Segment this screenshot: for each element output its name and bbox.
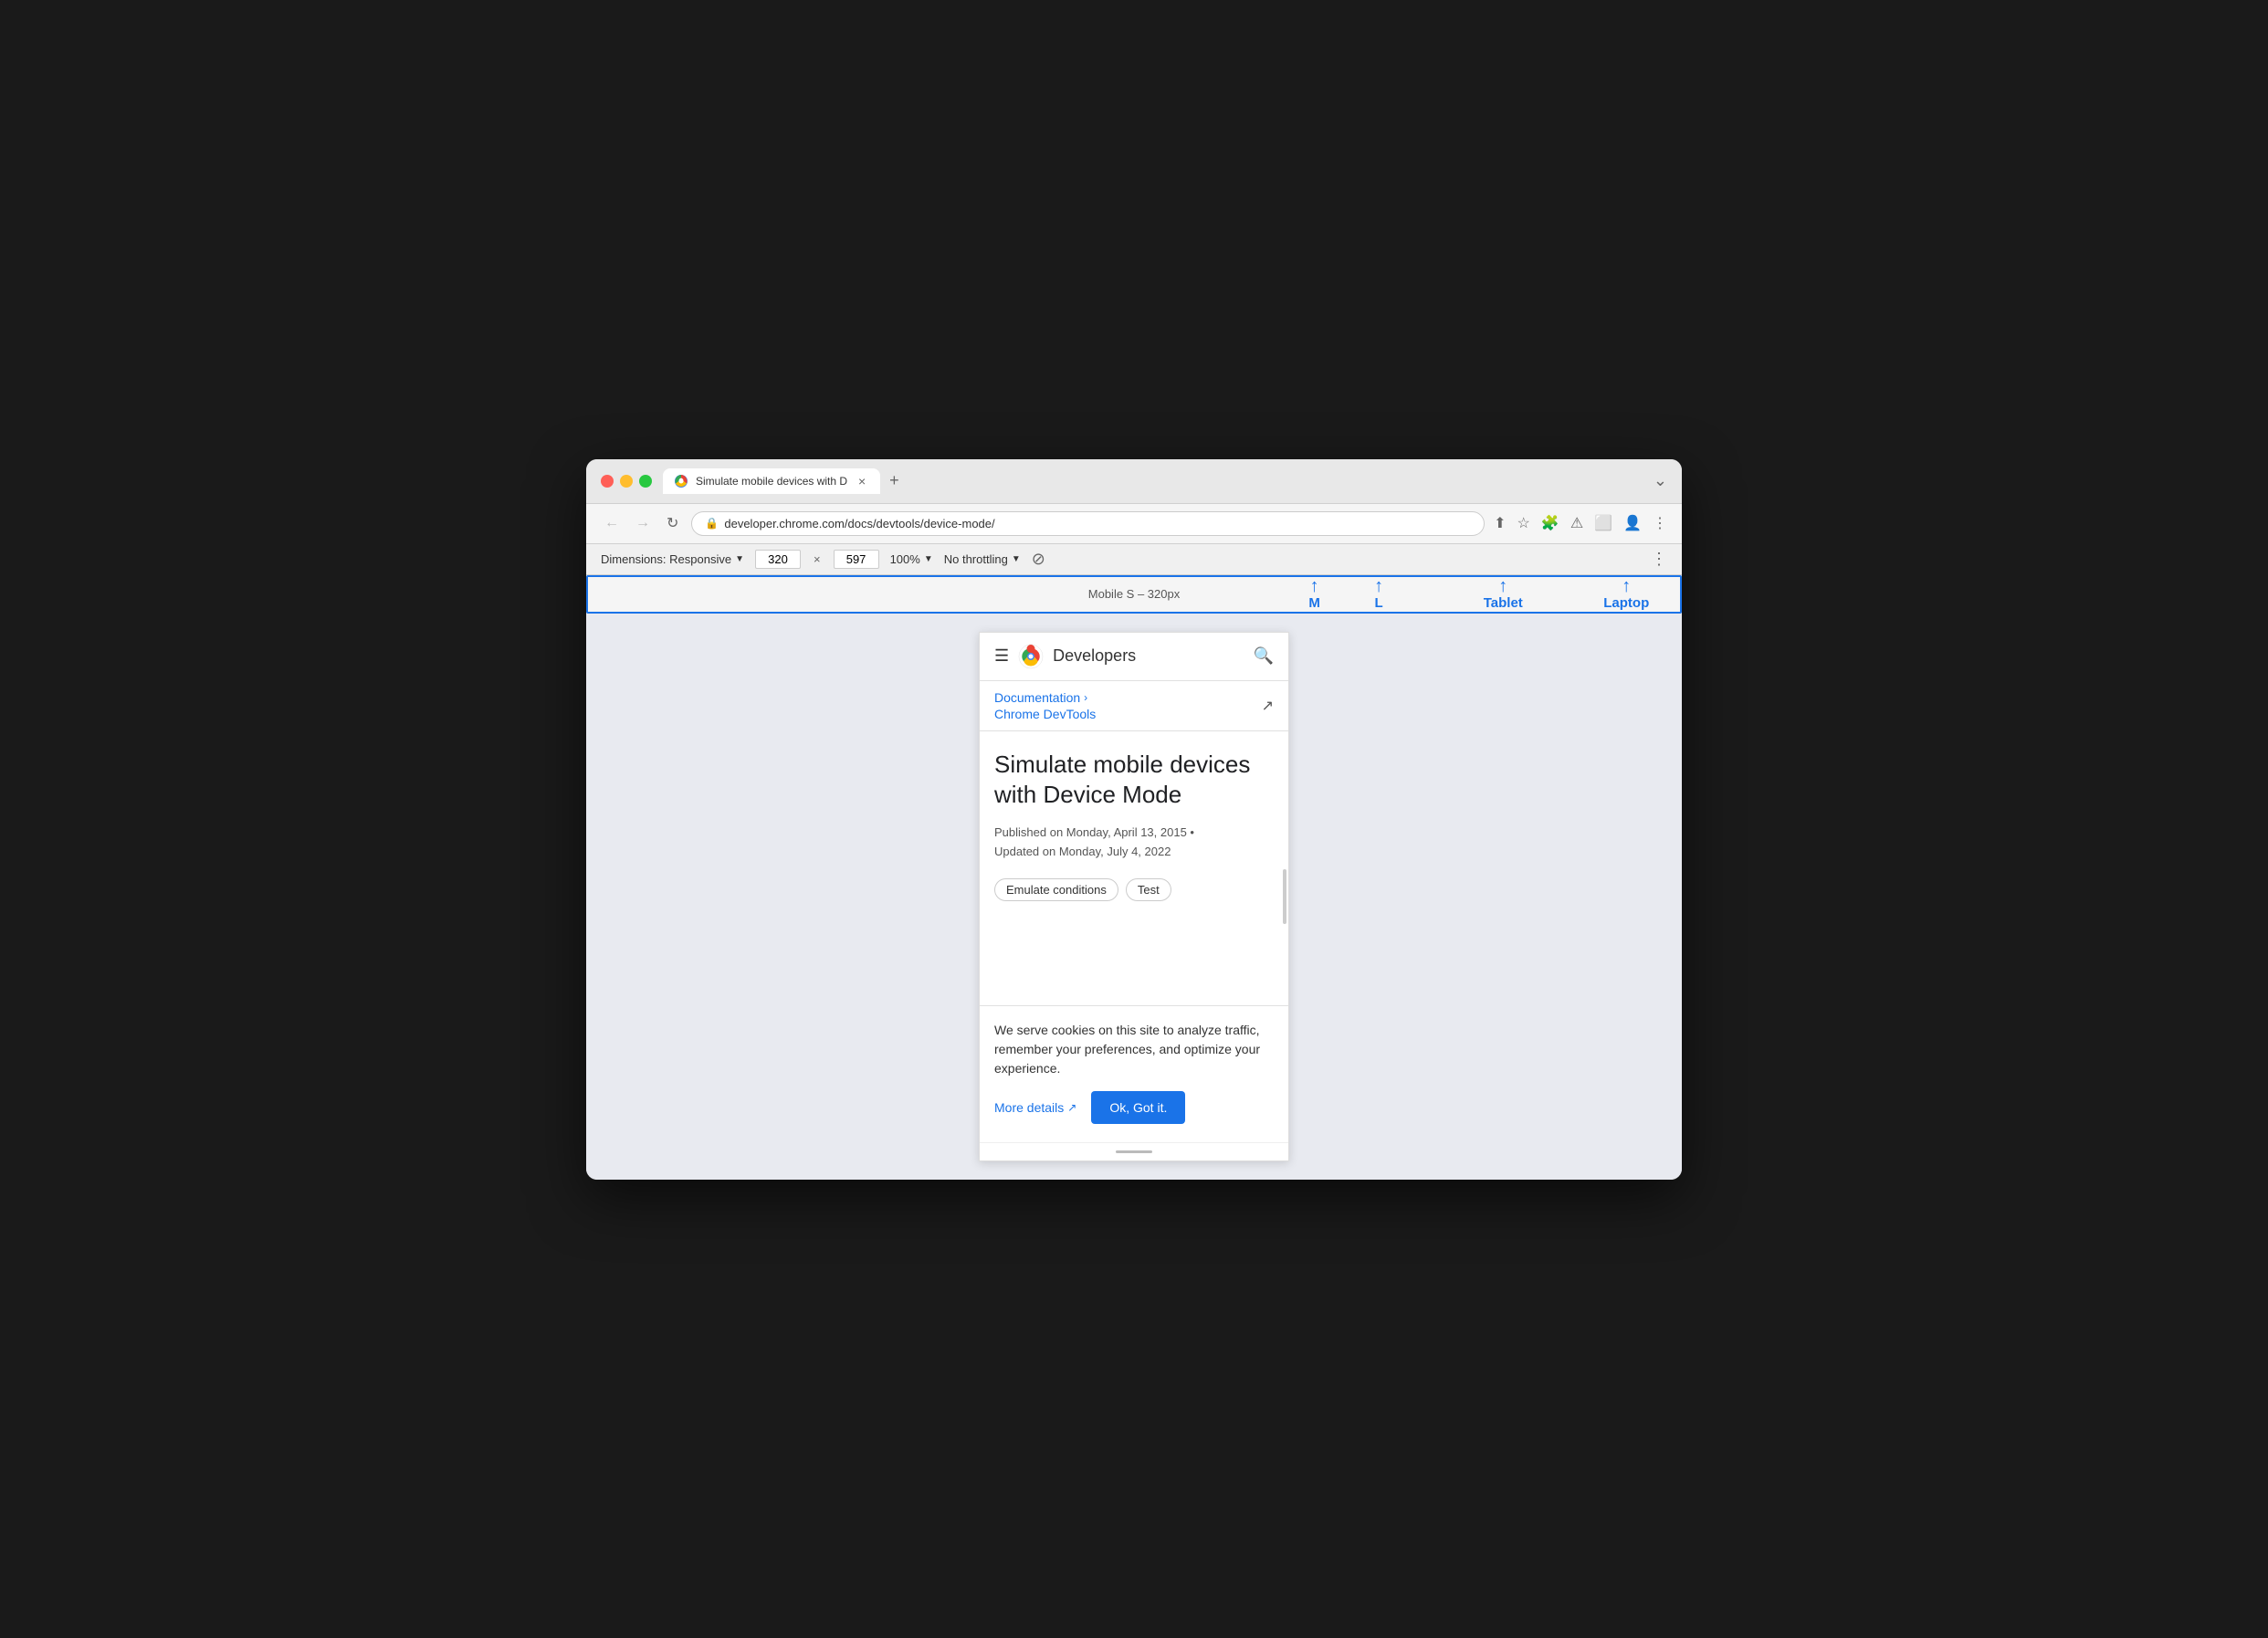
bookmark-icon[interactable]: ☆ [1517, 514, 1530, 532]
mobile-header: ☰ Developers 🔍 [980, 633, 1288, 681]
active-tab[interactable]: Simulate mobile devices with D × [663, 468, 880, 494]
chrome-logo [1018, 644, 1044, 669]
tab-list-button[interactable]: ⌄ [1654, 471, 1667, 490]
search-icon[interactable]: 🔍 [1254, 646, 1274, 666]
throttle-arrow-icon: ▼ [1012, 554, 1021, 564]
article-title: Simulate mobile devices with Device Mode [994, 750, 1274, 812]
title-bar: Simulate mobile devices with D × + ⌄ [586, 459, 1682, 504]
tag-test[interactable]: Test [1126, 878, 1171, 901]
tag-emulate[interactable]: Emulate conditions [994, 878, 1118, 901]
content-area: ☰ Developers 🔍 [586, 614, 1682, 1180]
new-tab-button[interactable]: + [884, 471, 905, 490]
hamburger-icon[interactable]: ☰ [994, 646, 1009, 666]
height-input[interactable] [834, 550, 879, 569]
breadcrumb-devtools[interactable]: Chrome DevTools [994, 707, 1096, 721]
bottom-handle [1116, 1150, 1152, 1153]
share-icon[interactable]: ↗ [1262, 697, 1274, 715]
traffic-lights [601, 475, 652, 488]
close-button[interactable] [601, 475, 614, 488]
dimensions-dropdown[interactable]: Dimensions: Responsive ▼ [601, 552, 744, 566]
article-meta: Published on Monday, April 13, 2015 • Up… [994, 824, 1274, 862]
forward-button[interactable]: → [632, 513, 654, 533]
zoom-arrow-icon: ▼ [924, 554, 933, 564]
breadcrumb-documentation[interactable]: Documentation › [994, 690, 1096, 705]
dimension-separator: × [812, 552, 823, 566]
toolbar-icons: ⬆ ☆ 🧩 ⚠ ⬜ 👤 ⋮ [1494, 514, 1667, 532]
dimensions-arrow-icon: ▼ [735, 554, 744, 564]
browser-window: Simulate mobile devices with D × + ⌄ ← →… [586, 459, 1682, 1180]
account-icon[interactable]: 👤 [1623, 514, 1642, 532]
more-options-button[interactable]: ⋮ [1651, 550, 1667, 569]
extensions-icon[interactable]: 🧩 [1541, 514, 1559, 532]
breakpoint-l: ↑ L [1374, 577, 1383, 611]
devtools-toolbar: Dimensions: Responsive ▼ × 100% ▼ No thr… [586, 544, 1682, 575]
breadcrumb-nav: Documentation › Chrome DevTools ↗ [980, 681, 1288, 731]
zoom-label: 100% [890, 552, 920, 566]
breakpoint-tablet: ↑ Tablet [1484, 577, 1523, 611]
tab-favicon [674, 474, 688, 488]
cookie-banner: We serve cookies on this site to analyze… [980, 1005, 1288, 1142]
width-input[interactable] [755, 550, 801, 569]
cookie-text: We serve cookies on this site to analyze… [994, 1021, 1274, 1078]
more-details-link[interactable]: More details ↗ [994, 1100, 1076, 1115]
article-content: Simulate mobile devices with Device Mode… [980, 731, 1288, 1005]
breadcrumb: Documentation › Chrome DevTools [994, 690, 1096, 721]
lock-icon: 🔒 [705, 517, 719, 530]
mobile-bottom-bar [980, 1142, 1288, 1160]
tab-close-icon[interactable]: × [855, 474, 869, 488]
mobile-frame: ☰ Developers 🔍 [979, 632, 1289, 1161]
network-icon[interactable]: ⊘ [1032, 550, 1045, 569]
scroll-indicator[interactable] [1283, 869, 1286, 924]
responsive-bar-container: Mobile S – 320px ↑ M ↑ L ↑ Tablet [586, 575, 1682, 614]
address-bar: ← → ↻ 🔒 developer.chrome.com/docs/devtoo… [586, 504, 1682, 544]
share-icon[interactable]: ⬆ [1494, 514, 1506, 532]
maximize-button[interactable] [639, 475, 652, 488]
fullscreen-icon[interactable]: ⬜ [1594, 514, 1612, 532]
site-title: Developers [1053, 646, 1244, 666]
viewport-label: Mobile S – 320px [1088, 587, 1180, 601]
article-tags: Emulate conditions Test [994, 878, 1274, 901]
responsive-bar: Mobile S – 320px ↑ M ↑ L ↑ Tablet [588, 577, 1680, 612]
menu-icon[interactable]: ⋮ [1653, 514, 1667, 532]
dimensions-label: Dimensions: Responsive [601, 552, 731, 566]
address-input[interactable]: 🔒 developer.chrome.com/docs/devtools/dev… [691, 511, 1485, 536]
minimize-button[interactable] [620, 475, 633, 488]
back-button[interactable]: ← [601, 513, 623, 533]
updated-date: Updated on Monday, July 4, 2022 [994, 843, 1274, 862]
cookie-actions: More details ↗ Ok, Got it. [994, 1091, 1274, 1124]
reload-button[interactable]: ↻ [663, 512, 682, 534]
breadcrumb-arrow-icon: › [1084, 691, 1087, 704]
url-text: developer.chrome.com/docs/devtools/devic… [724, 517, 1471, 530]
tab-bar: Simulate mobile devices with D × + ⌄ [663, 468, 1667, 494]
ok-got-it-button[interactable]: Ok, Got it. [1091, 1091, 1185, 1124]
external-link-icon: ↗ [1067, 1101, 1076, 1114]
zoom-dropdown[interactable]: 100% ▼ [890, 552, 933, 566]
throttle-dropdown[interactable]: No throttling ▼ [944, 552, 1021, 566]
throttle-label: No throttling [944, 552, 1008, 566]
tab-title: Simulate mobile devices with D [696, 475, 847, 488]
breakpoint-m: ↑ M [1308, 577, 1320, 611]
published-date: Published on Monday, April 13, 2015 • [994, 824, 1274, 843]
profile-icon[interactable]: ⚠ [1570, 514, 1583, 532]
breakpoint-laptop: ↑ Laptop [1603, 577, 1649, 611]
